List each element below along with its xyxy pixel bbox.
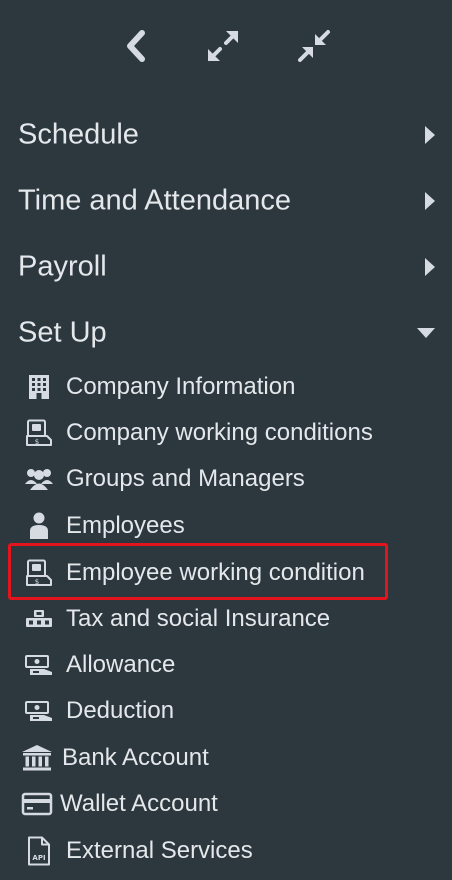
menu-section-label: Schedule xyxy=(18,118,139,151)
chevron-left-icon xyxy=(124,30,148,62)
menu-section-payroll[interactable]: Payroll xyxy=(0,242,452,292)
setup-item-employees[interactable]: Employees xyxy=(0,504,452,548)
setup-item-label: Employees xyxy=(66,512,185,539)
contract-icon: $ xyxy=(22,418,56,448)
setup-item-label: Tax and social Insurance xyxy=(66,605,331,632)
setup-item-label: Allowance xyxy=(66,651,176,678)
svg-text:$: $ xyxy=(35,578,39,586)
collapse-button[interactable] xyxy=(294,26,334,66)
credit-card-icon xyxy=(20,789,54,819)
setup-item-bank-account[interactable]: Bank Account xyxy=(0,736,452,780)
caret-right-icon xyxy=(424,191,436,211)
setup-item-company-working-conditions[interactable]: $ Company working conditions xyxy=(0,411,452,455)
menu-section-label: Time and Attendance xyxy=(18,184,291,217)
menu-section-label: Payroll xyxy=(18,250,107,283)
setup-item-label: Wallet Account xyxy=(60,790,218,817)
setup-item-label: Groups and Managers xyxy=(66,465,305,492)
setup-item-wallet-account[interactable]: Wallet Account xyxy=(0,782,452,826)
users-group-icon xyxy=(22,464,56,494)
building-icon xyxy=(22,372,56,402)
menu-section-time-and-attendance[interactable]: Time and Attendance xyxy=(0,176,452,226)
setup-item-employee-working-condition[interactable]: $ Employee working condition xyxy=(0,551,452,595)
expand-button[interactable] xyxy=(203,26,243,66)
sidebar-toolbar xyxy=(0,26,452,66)
setup-item-groups-and-managers[interactable]: Groups and Managers xyxy=(0,457,452,501)
back-button[interactable] xyxy=(116,26,156,66)
svg-text:$: $ xyxy=(35,438,39,446)
tax-icon xyxy=(22,604,56,634)
expand-icon xyxy=(205,28,241,64)
contract-icon: $ xyxy=(22,558,56,588)
compress-icon xyxy=(296,28,332,64)
setup-item-allowance[interactable]: Allowance xyxy=(0,643,452,687)
money-icon xyxy=(22,696,56,726)
caret-right-icon xyxy=(424,257,436,277)
caret-right-icon xyxy=(424,125,436,145)
setup-item-label: Employee working condition xyxy=(66,559,365,586)
setup-item-label: Deduction xyxy=(66,697,175,724)
svg-text:API: API xyxy=(32,854,45,862)
menu-section-label: Set Up xyxy=(18,316,107,349)
setup-item-label: Company Information xyxy=(66,373,296,400)
api-file-icon: API xyxy=(22,836,56,866)
money-icon xyxy=(22,650,56,680)
setup-item-label: Company working conditions xyxy=(66,419,373,446)
setup-item-tax-and-social-insurance[interactable]: Tax and social Insurance xyxy=(0,597,452,641)
caret-down-icon xyxy=(416,327,436,339)
setup-item-label: External Services xyxy=(66,837,253,864)
menu-section-schedule[interactable]: Schedule xyxy=(0,110,452,160)
setup-item-company-information[interactable]: Company Information xyxy=(0,365,452,409)
setup-item-deduction[interactable]: Deduction xyxy=(0,689,452,733)
menu-section-set-up[interactable]: Set Up xyxy=(0,308,452,358)
bank-icon xyxy=(20,743,54,773)
user-icon xyxy=(22,511,56,541)
setup-item-label: Bank Account xyxy=(62,744,209,771)
setup-item-external-services[interactable]: API External Services xyxy=(0,829,452,873)
